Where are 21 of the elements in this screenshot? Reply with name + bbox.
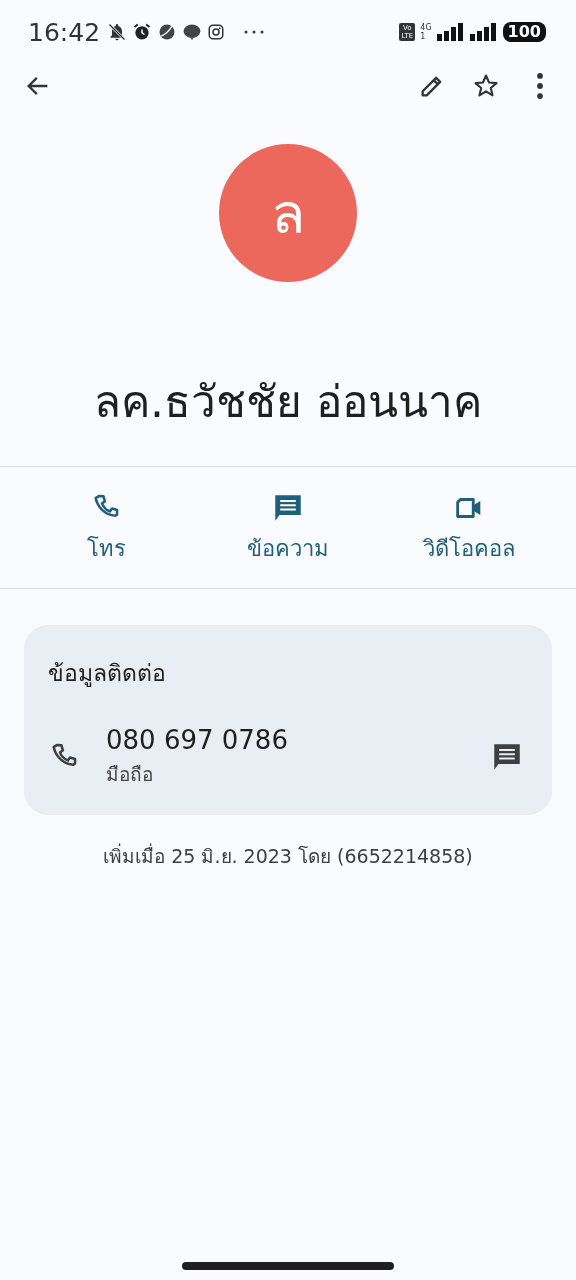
contact-name: ลค.ธวัชชัย อ่อนนาค (93, 375, 483, 429)
added-note: เพิ่มเมื่อ 25 มิ.ย. 2023 โดย (6652214858) (102, 842, 474, 869)
contact-avatar: ล (219, 144, 357, 282)
network-type: 4G (420, 23, 432, 32)
signal-icon (469, 23, 498, 41)
message-button[interactable]: ข้อความ (208, 487, 368, 570)
camera-icon (207, 23, 226, 41)
more-notifications-icon (244, 30, 265, 34)
signal-icon (436, 23, 465, 41)
card-title: ข้อมูลติดต่อ (48, 659, 167, 689)
call-button[interactable]: โทร (26, 487, 187, 570)
status-time: 16:42 (28, 17, 101, 47)
bell-off-icon (107, 22, 128, 42)
more-vertical-icon (537, 73, 543, 99)
chat-bubble-icon (182, 22, 203, 42)
battery-level: 100 (502, 22, 546, 42)
alarm-clock-icon (132, 22, 153, 42)
sim-number: 1 (420, 32, 427, 41)
phone-number[interactable]: 080 697 0786 (106, 725, 486, 755)
phone-type: มือถือ (106, 762, 154, 787)
video-call-button[interactable]: วิดีโอคอล (389, 487, 550, 570)
